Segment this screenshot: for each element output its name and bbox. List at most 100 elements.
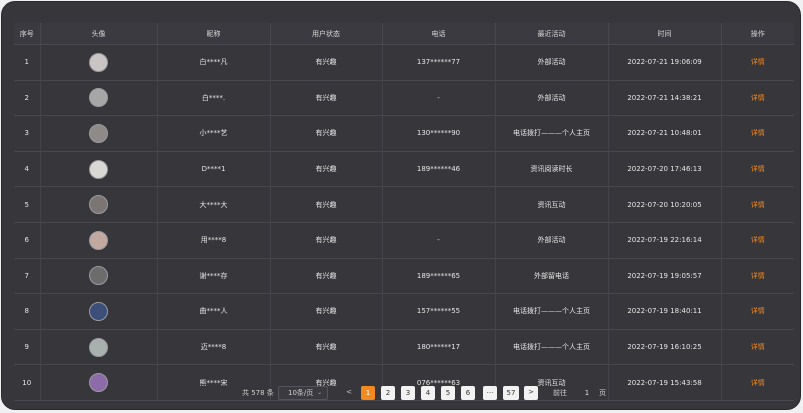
row-index: 5 (14, 186, 41, 223)
row-activity: 外部活动 (495, 222, 609, 259)
table-header: 序号 头像 昵称 用户状态 电话 最近活动 时间 操作 (14, 23, 794, 45)
row-index: 3 (14, 115, 41, 152)
row-nickname: 白****. (157, 80, 271, 117)
avatar-cell (40, 258, 158, 295)
more-pages-button[interactable]: ··· (483, 386, 497, 400)
row-phone: - (382, 80, 496, 117)
action-cell: 详情 (721, 293, 794, 330)
table-row: 1 白****凡 有兴趣 137******77 外部活动 2022-07-21 19:0… (14, 44, 794, 81)
table-row: 9 迈****8 有兴趣 180******17 电话拨打———个人主页 2022-07-… (14, 329, 794, 366)
goto-label: 前往 (553, 389, 567, 397)
avatar-cell (40, 44, 158, 81)
avatar (89, 337, 108, 357)
detail-link[interactable]: 详情 (751, 307, 765, 315)
avatar (89, 159, 108, 179)
row-phone: 189******46 (382, 151, 496, 188)
row-nickname: 曲****人 (157, 293, 271, 330)
table-row: 7 谢****存 有兴趣 189******65 外部留电话 2022-07-19 19:… (14, 258, 794, 295)
goto-page-input[interactable]: 1 (576, 386, 598, 400)
detail-link[interactable]: 详情 (751, 272, 765, 280)
col-header-time: 时间 (608, 23, 722, 45)
next-page-button[interactable]: > (524, 386, 538, 400)
page-button-5[interactable]: 5 (441, 386, 455, 400)
table-row: 8 曲****人 有兴趣 157******55 电话拨打———个人主页 2022-07-… (14, 293, 794, 330)
page-button-4[interactable]: 4 (421, 386, 435, 400)
row-status: 有兴趣 (270, 80, 383, 117)
row-nickname: 迈****8 (157, 329, 271, 366)
col-header-action: 操作 (721, 23, 794, 45)
row-nickname: 小****艺 (157, 115, 271, 152)
avatar (89, 230, 108, 250)
col-header-nickname: 昵称 (157, 23, 271, 45)
row-phone: 130******90 (382, 115, 496, 152)
detail-link[interactable]: 详情 (751, 201, 765, 209)
avatar-cell (40, 293, 158, 330)
avatar-cell (40, 115, 158, 152)
page-size-value: 10条/页 (288, 389, 314, 397)
col-header-status: 用户状态 (270, 23, 383, 45)
page-button-2[interactable]: 2 (381, 386, 395, 400)
avatar (89, 52, 108, 72)
row-nickname: 白****凡 (157, 44, 271, 81)
col-header-activity: 最近活动 (495, 23, 609, 45)
row-nickname: 大****大 (157, 186, 271, 223)
row-time: 2022-07-21 14:38:21 (608, 80, 722, 117)
avatar-cell (40, 329, 158, 366)
detail-link[interactable]: 详情 (751, 236, 765, 244)
avatar-cell (40, 151, 158, 188)
avatar (89, 195, 108, 215)
row-activity: 资讯互动 (495, 186, 609, 223)
row-nickname: D****1 (157, 151, 271, 188)
detail-link[interactable]: 详情 (751, 94, 765, 102)
action-cell: 详情 (721, 329, 794, 366)
row-index: 9 (14, 329, 41, 366)
detail-link[interactable]: 详情 (751, 58, 765, 66)
row-phone: 189******65 (382, 258, 496, 295)
row-time: 2022-07-19 16:10:25 (608, 329, 722, 366)
page-size-select[interactable]: 10条/页 ⌄ (278, 386, 328, 400)
action-cell: 详情 (721, 44, 794, 81)
row-status: 有兴趣 (270, 151, 383, 188)
page-button-6[interactable]: 6 (461, 386, 475, 400)
page-button-3[interactable]: 3 (401, 386, 415, 400)
row-time: 2022-07-20 17:46:13 (608, 151, 722, 188)
row-activity: 外部活动 (495, 80, 609, 117)
user-table: 序号 头像 昵称 用户状态 电话 最近活动 时间 操作 1 白****凡 有兴趣 13… (14, 23, 794, 401)
action-cell: 详情 (721, 222, 794, 259)
detail-link[interactable]: 详情 (751, 343, 765, 351)
row-index: 1 (14, 44, 41, 81)
row-time: 2022-07-21 10:48:01 (608, 115, 722, 152)
table-row: 2 白****. 有兴趣 - 外部活动 2022-07-21 14:38:21 详情 (14, 80, 794, 117)
page-button-1[interactable]: 1 (361, 386, 375, 400)
detail-link[interactable]: 详情 (751, 165, 765, 173)
row-nickname: 谢****存 (157, 258, 271, 295)
row-phone: 180******17 (382, 329, 496, 366)
data-table-panel: 序号 头像 昵称 用户状态 电话 最近活动 时间 操作 1 白****凡 有兴趣 13… (1, 1, 801, 410)
col-header-index: 序号 (14, 23, 41, 45)
row-index: 6 (14, 222, 41, 259)
action-cell: 详情 (721, 186, 794, 223)
detail-link[interactable]: 详情 (751, 129, 765, 137)
row-nickname: 用****8 (157, 222, 271, 259)
row-time: 2022-07-21 19:06:09 (608, 44, 722, 81)
row-status: 有兴趣 (270, 44, 383, 81)
action-cell: 详情 (721, 151, 794, 188)
prev-page-button[interactable]: < (343, 386, 355, 400)
avatar (89, 301, 108, 321)
table-row: 3 小****艺 有兴趣 130******90 电话拨打———个人主页 2022-07-… (14, 115, 794, 152)
avatar (89, 88, 108, 108)
row-activity: 资讯阅读时长 (495, 151, 609, 188)
row-time: 2022-07-20 10:20:05 (608, 186, 722, 223)
row-phone: 157******55 (382, 293, 496, 330)
chevron-down-icon: ⌄ (316, 389, 322, 396)
avatar-cell (40, 186, 158, 223)
row-index: 2 (14, 80, 41, 117)
row-status: 有兴趣 (270, 222, 383, 259)
col-header-phone: 电话 (382, 23, 496, 45)
row-status: 有兴趣 (270, 258, 383, 295)
row-activity: 电话拨打———个人主页 (495, 329, 609, 366)
row-index: 4 (14, 151, 41, 188)
row-phone (382, 186, 496, 223)
row-time: 2022-07-19 18:40:11 (608, 293, 722, 330)
page-button-last[interactable]: 57 (503, 386, 519, 400)
